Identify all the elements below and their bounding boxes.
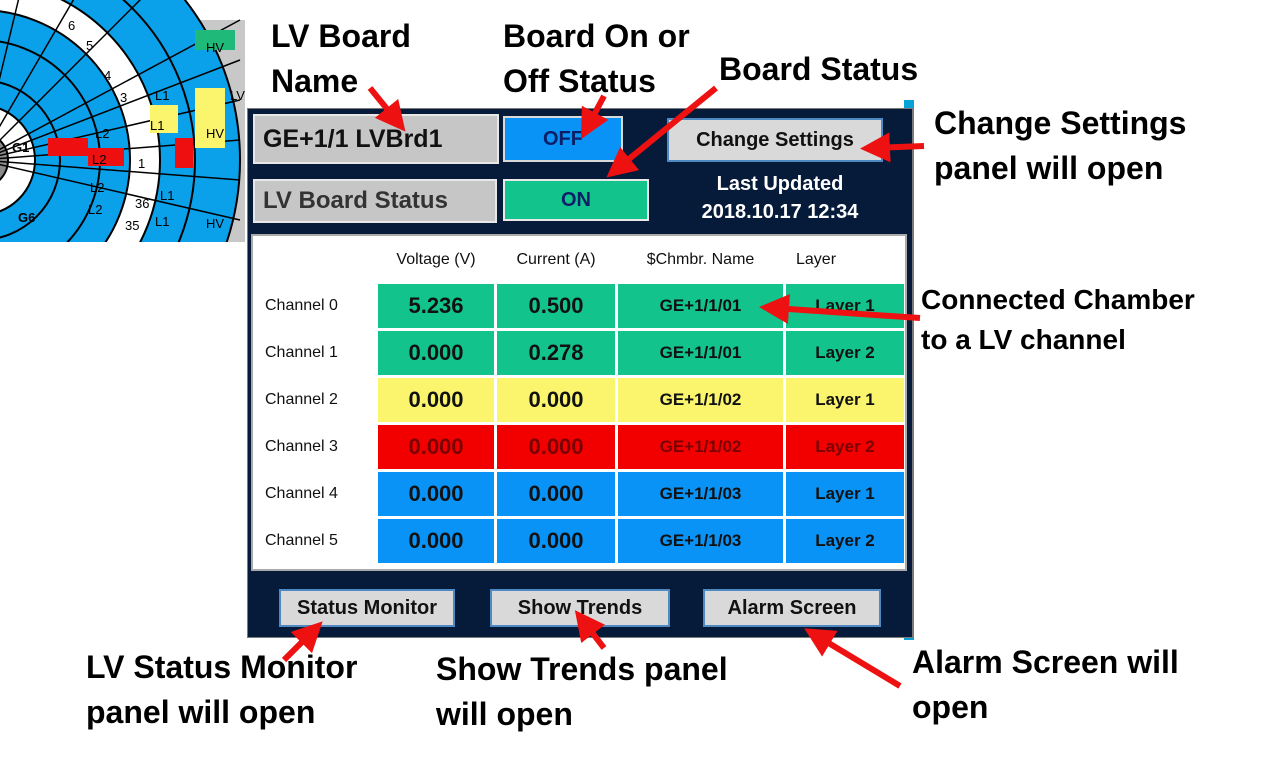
svg-text:L2: L2: [92, 152, 106, 167]
svg-text:L1: L1: [160, 188, 174, 203]
annotation-show-trends-line1: Show Trends panel: [436, 651, 728, 687]
annotation-status-monitor-line2: panel will open: [86, 694, 316, 730]
chamber-wheel-diagram: L2 L2 L2 L2 L1 L1 L1 L1 G1 G6 1 36 35 3 45 6 H…: [0, 0, 245, 242]
current-cell: 0.000: [497, 472, 615, 516]
chamber-name-cell: GE+1/1/02: [618, 425, 783, 469]
chamber-name-cell: GE+1/1/01: [618, 331, 783, 375]
last-updated-title: Last Updated: [716, 173, 844, 195]
svg-text:5: 5: [86, 38, 93, 53]
show-trends-button[interactable]: Show Trends: [490, 589, 670, 627]
voltage-cell: 5.236: [378, 284, 494, 328]
arrow-alarm: [804, 628, 902, 689]
annotation-show-trends-line2: will open: [436, 696, 573, 732]
voltage-cell: 0.000: [378, 378, 494, 422]
svg-text:3: 3: [120, 90, 127, 105]
svg-text:L2: L2: [88, 202, 102, 217]
layer-cell: Layer 2: [786, 519, 904, 563]
current-cell: 0.500: [497, 284, 615, 328]
chamber-name-cell: GE+1/1/03: [618, 519, 783, 563]
channel-label: Channel 4: [265, 485, 338, 502]
board-status-value: ON: [503, 179, 649, 221]
voltage-cell: 0.000: [378, 425, 494, 469]
svg-text:L2: L2: [90, 180, 104, 195]
svg-text:L2: L2: [95, 126, 109, 141]
channel-label: Channel 2: [265, 391, 338, 408]
voltage-cell: 0.000: [378, 519, 494, 563]
header-current: Current (A): [516, 251, 596, 268]
annotation-change-settings-line1: Change Settings: [934, 105, 1187, 141]
last-updated-value: 2018.10.17 12:34: [701, 201, 859, 223]
svg-text:36: 36: [135, 196, 149, 211]
svg-text:LV: LV: [230, 88, 245, 103]
svg-text:L1: L1: [150, 118, 164, 133]
channel-label: Channel 0: [265, 297, 338, 314]
current-cell: 0.000: [497, 519, 615, 563]
board-name: GE+1/1 LVBrd1: [253, 114, 499, 164]
voltage-cell: 0.000: [378, 331, 494, 375]
svg-text:HV: HV: [206, 40, 224, 55]
svg-text:HV: HV: [206, 126, 224, 141]
current-cell: 0.000: [497, 425, 615, 469]
channel-label: Channel 1: [265, 344, 338, 361]
chamber-name-cell: GE+1/1/03: [618, 472, 783, 516]
annotation-onoff-line2: Off Status: [503, 63, 656, 99]
layer-cell: Layer 1: [786, 378, 904, 422]
svg-text:L1: L1: [155, 214, 169, 229]
svg-text:G1: G1: [12, 140, 29, 155]
svg-text:HV: HV: [206, 216, 224, 231]
chamber-name-cell: GE+1/1/02: [618, 378, 783, 422]
status-monitor-button[interactable]: Status Monitor: [279, 589, 455, 627]
layer-cell: Layer 1: [786, 284, 904, 328]
change-settings-button[interactable]: Change Settings: [667, 118, 883, 162]
board-onoff-status: OFF: [503, 116, 623, 162]
annotation-lv-board-name-line1: LV Board: [271, 18, 411, 54]
alarm-screen-button[interactable]: Alarm Screen: [703, 589, 881, 627]
header-chamber-name: $Chmbr. Name: [646, 251, 755, 268]
annotation-board-status: Board Status: [719, 51, 919, 87]
channel-label: Channel 3: [265, 438, 338, 455]
annotation-lv-board-name-line2: Name: [271, 63, 359, 99]
chamber-name-cell: GE+1/1/01: [618, 284, 783, 328]
annotation-status-monitor-line1: LV Status Monitor: [86, 649, 358, 685]
svg-text:G6: G6: [18, 210, 35, 225]
board-status-label: LV Board Status: [253, 179, 497, 223]
svg-text:6: 6: [68, 18, 75, 33]
layer-cell: Layer 1: [786, 472, 904, 516]
annotation-change-settings-line2: panel will open: [934, 150, 1164, 186]
layer-cell: Layer 2: [786, 425, 904, 469]
annotation-connected-line1: Connected Chamber: [921, 284, 1195, 315]
svg-text:L1: L1: [155, 88, 169, 103]
current-cell: 0.278: [497, 331, 615, 375]
annotation-connected-line2: to a LV channel: [921, 324, 1126, 355]
voltage-cell: 0.000: [378, 472, 494, 516]
annotation-onoff-line1: Board On or: [503, 18, 690, 54]
layer-cell: Layer 2: [786, 331, 904, 375]
current-cell: 0.000: [497, 378, 615, 422]
svg-text:4: 4: [104, 68, 111, 83]
channel-label: Channel 5: [265, 532, 338, 549]
svg-text:35: 35: [125, 218, 139, 233]
header-layer: Layer: [796, 251, 837, 268]
svg-text:1: 1: [138, 156, 145, 171]
annotation-alarm-line2: open: [912, 689, 989, 725]
header-voltage: Voltage (V): [396, 251, 476, 268]
annotation-alarm-line1: Alarm Screen will: [912, 644, 1179, 680]
